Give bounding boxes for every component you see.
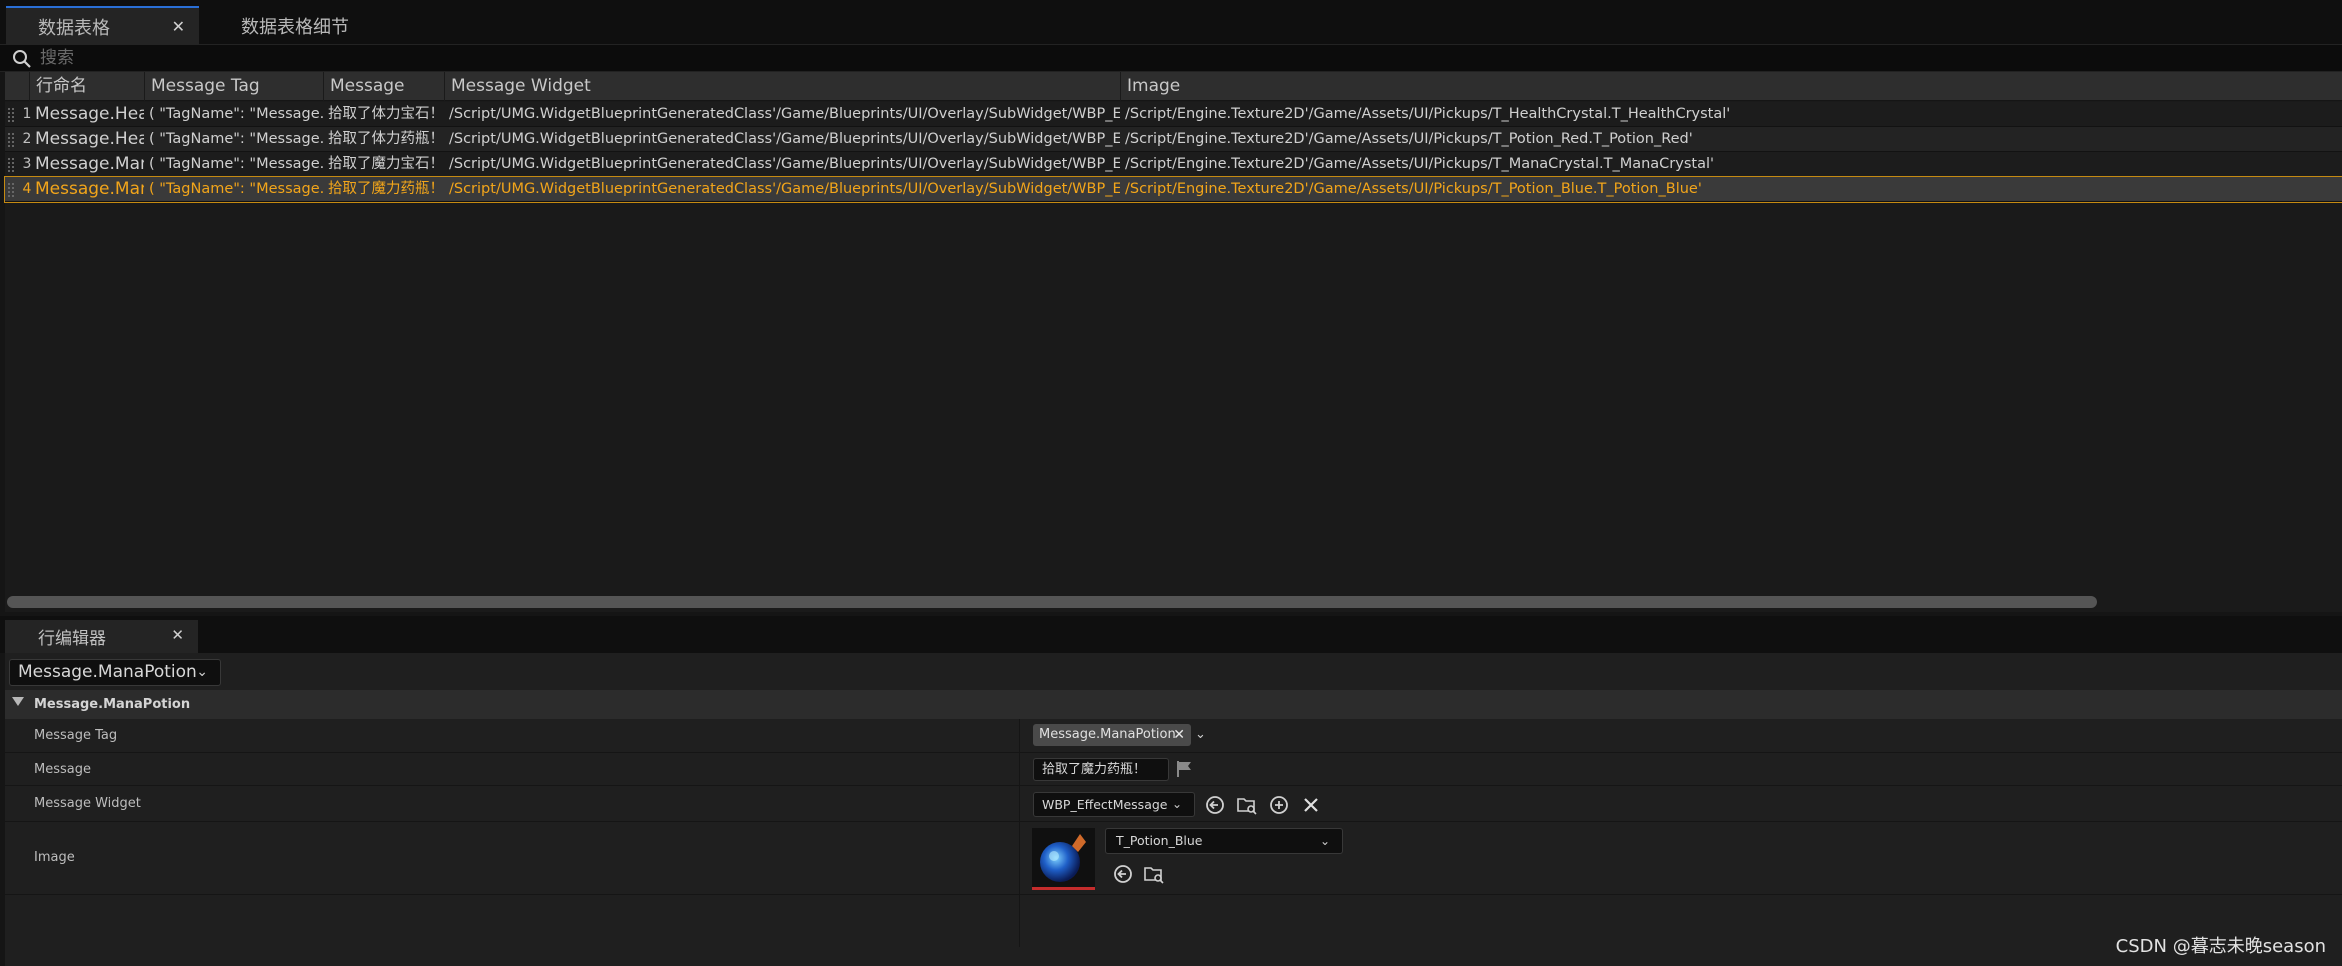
message-text-field[interactable]: 拾取了魔力药瓶！ bbox=[1033, 758, 1169, 781]
message-widget-cell: /Script/UMG.WidgetBlueprintGeneratedClas… bbox=[449, 131, 1120, 147]
add-icon[interactable] bbox=[1268, 794, 1290, 816]
property-row-image: Image T_Potion_Blue ⌄ bbox=[5, 822, 2342, 895]
chevron-down-icon: ⌄ bbox=[1319, 834, 1330, 848]
table-row[interactable]: 2 Message.HealthPoti ( "TagName": "Messa… bbox=[5, 127, 2342, 152]
message-widget-cell: /Script/UMG.WidgetBlueprintGeneratedClas… bbox=[449, 181, 1120, 197]
close-icon[interactable]: ✕ bbox=[171, 626, 184, 644]
collapse-triangle-icon[interactable] bbox=[12, 697, 24, 706]
image-cell: /Script/Engine.Texture2D'/Game/Assets/UI… bbox=[1125, 131, 1693, 147]
browse-asset-icon[interactable] bbox=[1236, 794, 1258, 816]
search-input[interactable] bbox=[40, 47, 2320, 69]
tab-data-table[interactable]: 数据表格 ✕ bbox=[6, 6, 199, 45]
tab-data-table-details-label: 数据表格细节 bbox=[241, 16, 349, 38]
search-icon bbox=[13, 50, 31, 68]
data-table: 行命名 Message Tag Message Message Widget I… bbox=[4, 72, 2342, 612]
image-cell: /Script/Engine.Texture2D'/Game/Assets/UI… bbox=[1125, 181, 1702, 197]
message-tag-cell: ( "TagName": "Message.HealthPotion" bbox=[149, 131, 323, 147]
message-cell: 拾取了魔力宝石！ bbox=[328, 156, 444, 172]
widget-class-dropdown[interactable]: WBP_EffectMessage ⌄ bbox=[1033, 792, 1195, 817]
texture-asset-dropdown[interactable]: T_Potion_Blue ⌄ bbox=[1105, 828, 1343, 854]
message-cell: 拾取了体力药瓶！ bbox=[328, 131, 444, 147]
table-header: 行命名 Message Tag Message Message Widget I… bbox=[5, 72, 2342, 101]
image-cell: /Script/Engine.Texture2D'/Game/Assets/UI… bbox=[1125, 106, 1731, 122]
remove-tag-icon[interactable]: ✕ bbox=[1173, 724, 1185, 746]
tab-data-table-label: 数据表格 bbox=[38, 17, 110, 39]
drag-handle-icon[interactable] bbox=[7, 182, 15, 198]
column-header-message-tag[interactable]: Message Tag bbox=[144, 72, 323, 101]
row-name-dropdown[interactable]: Message.ManaPotion ⌄ bbox=[9, 659, 221, 686]
document-tab-bar: 数据表格 ✕ 数据表格细节 bbox=[0, 0, 2342, 45]
drag-handle-icon[interactable] bbox=[7, 157, 15, 173]
row-name-cell: Message.HealthCrys bbox=[35, 104, 144, 124]
message-widget-cell: /Script/UMG.WidgetBlueprintGeneratedClas… bbox=[449, 156, 1120, 172]
tab-row-editor-label: 行编辑器 bbox=[38, 629, 106, 649]
gameplay-tag-text: Message.ManaPotion bbox=[1039, 727, 1176, 742]
potion-blue-thumbnail-icon bbox=[1040, 834, 1086, 882]
property-row-message-widget: Message Widget WBP_EffectMessage ⌄ bbox=[5, 786, 2342, 822]
browse-asset-icon[interactable] bbox=[1143, 863, 1165, 885]
row-name-dropdown-value: Message.ManaPotion bbox=[18, 662, 197, 682]
gameplay-tag-chip[interactable]: Message.ManaPotion ✕ bbox=[1033, 724, 1191, 746]
property-row-message: Message 拾取了魔力药瓶！ bbox=[5, 753, 2342, 786]
flag-icon[interactable] bbox=[1175, 760, 1193, 778]
image-cell: /Script/Engine.Texture2D'/Game/Assets/UI… bbox=[1125, 156, 1714, 172]
table-row[interactable]: 3 Message.ManaCryst ( "TagName": "Messag… bbox=[5, 152, 2342, 177]
horizontal-scrollbar[interactable] bbox=[7, 596, 2097, 608]
watermark: CSDN @暮志未晚season bbox=[2115, 936, 2326, 957]
row-name-cell: Message.ManaCryst bbox=[35, 154, 144, 174]
message-cell: 拾取了魔力药瓶！ bbox=[328, 181, 444, 197]
row-editor-panel: Message.ManaPotion ⌄ Message.ManaPotion … bbox=[5, 653, 2342, 966]
table-row-selected[interactable]: 4 Message.ManaPotio ( "TagName": "Messag… bbox=[4, 176, 2342, 203]
texture-asset-value: T_Potion_Blue bbox=[1116, 833, 1203, 848]
category-header[interactable]: Message.ManaPotion bbox=[5, 690, 2342, 719]
message-cell: 拾取了体力宝石！ bbox=[328, 106, 444, 122]
chevron-down-icon: ⌄ bbox=[1171, 797, 1182, 811]
column-header-message-widget[interactable]: Message Widget bbox=[444, 72, 1120, 101]
table-row[interactable]: 1 Message.HealthCrys ( "TagName": "Messa… bbox=[5, 102, 2342, 127]
message-text-value: 拾取了魔力药瓶！ bbox=[1042, 762, 1147, 777]
property-label: Image bbox=[34, 850, 75, 865]
tab-data-table-details[interactable]: 数据表格细节 bbox=[208, 6, 388, 45]
message-tag-cell: ( "TagName": "Message.ManaPotion" bbox=[149, 181, 323, 197]
property-label: Message Widget bbox=[34, 796, 141, 811]
drag-handle-icon[interactable] bbox=[7, 107, 15, 123]
chevron-down-icon[interactable]: ⌄ bbox=[1195, 724, 1206, 746]
use-selected-icon[interactable] bbox=[1112, 863, 1134, 885]
row-name-cell: Message.ManaPotio bbox=[35, 179, 144, 199]
message-tag-cell: ( "TagName": "Message.ManaCrystal" bbox=[149, 156, 323, 172]
row-name-cell: Message.HealthPoti bbox=[35, 129, 144, 149]
column-header-row-name[interactable]: 行命名 bbox=[29, 72, 144, 101]
widget-class-value: WBP_EffectMessage bbox=[1042, 797, 1168, 812]
chevron-down-icon: ⌄ bbox=[196, 664, 208, 680]
close-icon[interactable]: ✕ bbox=[172, 17, 185, 36]
property-label: Message bbox=[34, 762, 91, 777]
row-editor-tab-bar: 行编辑器 ✕ bbox=[0, 616, 2342, 653]
property-row-message-tag: Message Tag Message.ManaPotion ✕ ⌄ bbox=[5, 719, 2342, 753]
use-selected-icon[interactable] bbox=[1204, 794, 1226, 816]
texture-thumbnail[interactable] bbox=[1032, 828, 1095, 890]
message-widget-cell: /Script/UMG.WidgetBlueprintGeneratedClas… bbox=[449, 106, 1120, 122]
property-label: Message Tag bbox=[34, 728, 118, 743]
search-bar bbox=[0, 45, 2342, 72]
message-tag-cell: ( "TagName": "Message.HealthCrystal bbox=[149, 106, 323, 122]
drag-handle-icon[interactable] bbox=[7, 132, 15, 148]
property-column-splitter[interactable] bbox=[1019, 719, 1020, 947]
column-header-message[interactable]: Message bbox=[323, 72, 444, 101]
tab-row-editor[interactable]: 行编辑器 ✕ bbox=[5, 620, 198, 653]
category-title: Message.ManaPotion bbox=[34, 697, 191, 712]
clear-icon[interactable] bbox=[1300, 794, 1322, 816]
column-header-image[interactable]: Image bbox=[1120, 72, 2342, 101]
